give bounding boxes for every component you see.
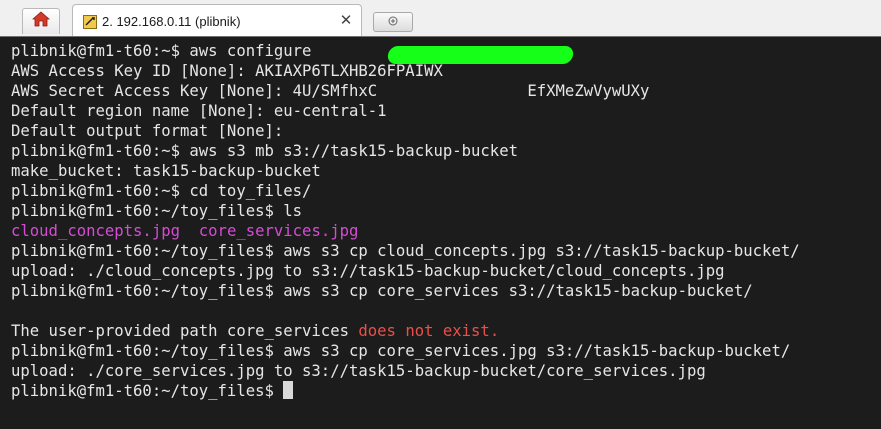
terminal-line: cloud_concepts.jpg core_services.jpg <box>11 221 881 241</box>
new-tab-icon <box>388 13 398 31</box>
terminal-line: upload: ./core_services.jpg to s3://task… <box>11 362 706 380</box>
terminal-prompt-line: plibnik@fm1-t60:~/toy_files$ <box>11 381 881 401</box>
shell-prompt: plibnik@fm1-t60:~/toy_files$ <box>11 382 284 400</box>
error-message-prefix: The user-provided path core_services <box>11 322 359 340</box>
terminal-line: plibnik@fm1-t60:~/toy_files$ ls <box>11 202 303 220</box>
redacted-gap <box>377 82 527 100</box>
secret-key-prefix: AWS Secret Access Key [None]: 4U/SMfhxC <box>11 82 378 100</box>
text-cursor <box>283 381 294 399</box>
terminal-line: make_bucket: task15-backup-bucket <box>11 162 321 180</box>
file-listing-item: core_services.jpg <box>198 222 359 240</box>
terminal-output[interactable]: plibnik@fm1-t60:~$ aws configure AWS Acc… <box>0 36 881 429</box>
ssh-terminal-window: 2. 192.168.0.11 (plibnik) ✕ plibnik@fm1-… <box>0 0 881 429</box>
terminal-line: The user-provided path core_services doe… <box>11 321 881 341</box>
terminal-line: plibnik@fm1-t60:~/toy_files$ aws s3 cp c… <box>11 242 800 260</box>
redaction-mark <box>386 46 575 64</box>
terminal-line: plibnik@fm1-t60:~/toy_files$ aws s3 cp c… <box>11 282 753 300</box>
tab-bar: 2. 192.168.0.11 (plibnik) ✕ <box>0 0 881 38</box>
terminal-line: upload: ./cloud_concepts.jpg to s3://tas… <box>11 262 725 280</box>
terminal-line: plibnik@fm1-t60:~$ cd toy_files/ <box>11 182 312 200</box>
terminal-line: plibnik@fm1-t60:~$ aws s3 mb s3://task15… <box>11 142 518 160</box>
tab-session[interactable]: 2. 192.168.0.11 (plibnik) ✕ <box>72 4 362 38</box>
terminal-line: Default output format [None]: <box>11 122 284 140</box>
home-icon <box>31 11 51 32</box>
close-icon[interactable]: ✕ <box>339 13 353 28</box>
file-listing-item: cloud_concepts.jpg <box>11 222 180 240</box>
new-tab-button[interactable] <box>373 12 413 32</box>
home-button[interactable] <box>22 8 60 34</box>
terminal-line: AWS Access Key ID [None]: AKIAXP6TLXHB26… <box>11 62 443 80</box>
terminal-line: plibnik@fm1-t60:~/toy_files$ aws s3 cp c… <box>11 342 791 360</box>
terminal-line: Default region name [None]: eu-central-1 <box>11 102 387 120</box>
secret-key-suffix: EfXMeZwVywUXy <box>527 82 650 100</box>
error-highlight: does not exist <box>358 322 490 340</box>
terminal-line: AWS Secret Access Key [None]: 4U/SMfhxC … <box>11 81 881 101</box>
error-message-suffix: . <box>489 322 500 340</box>
terminal-session-icon <box>83 14 97 29</box>
tab-title: 2. 192.168.0.11 (plibnik) <box>102 14 241 29</box>
